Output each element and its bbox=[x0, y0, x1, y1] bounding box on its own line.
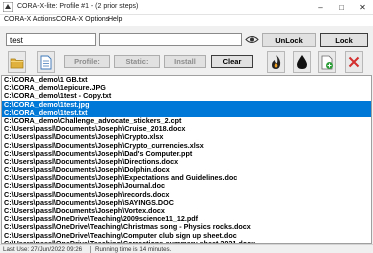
unlock-button[interactable]: UnLock bbox=[262, 33, 316, 47]
folder-icon bbox=[10, 58, 24, 68]
maximize-icon: □ bbox=[339, 3, 344, 12]
file-list-item[interactable]: C:\CORA_demo\1test - Copy.txt bbox=[2, 92, 371, 100]
eye-icon[interactable] bbox=[245, 34, 259, 45]
burn-button[interactable] bbox=[267, 51, 285, 73]
delete-x-icon bbox=[348, 56, 360, 68]
file-list-item[interactable]: C:\Users\passl\Documents\Joseph\Dolphin.… bbox=[2, 166, 371, 174]
file-list-item[interactable]: C:\Users\passl\Documents\Joseph\Crypto_c… bbox=[2, 142, 371, 150]
file-list-item[interactable]: C:\Users\passl\OneDrive\Teaching\2009sci… bbox=[2, 215, 371, 223]
close-button[interactable]: ✕ bbox=[352, 0, 373, 15]
static-button[interactable]: Static: bbox=[114, 55, 160, 68]
file-list-item[interactable]: C:\Users\passl\Documents\Joseph\Expectat… bbox=[2, 174, 371, 182]
file-list-item[interactable]: C:\Users\passl\Documents\Joseph\records.… bbox=[2, 191, 371, 199]
file-list-item[interactable]: C:\Users\passl\Documents\Joseph\Directio… bbox=[2, 158, 371, 166]
search-input[interactable]: test bbox=[6, 33, 96, 46]
menu-help[interactable]: Help bbox=[108, 16, 122, 23]
title-bar: CORA-X-lite: Profile #1 - (2 prior steps… bbox=[0, 0, 373, 15]
profile-button[interactable]: Profile: bbox=[64, 55, 110, 68]
file-list-item[interactable]: C:\Users\passl\Documents\Joseph\Vortex.d… bbox=[2, 207, 371, 215]
last-use-text: Last Use: 27/Jun/2022 09:26 bbox=[3, 246, 83, 253]
add-document-icon bbox=[321, 55, 333, 69]
lock-button[interactable]: Lock bbox=[320, 33, 368, 47]
menu-bar: CORA-X Actions CORA-X Options Help bbox=[0, 15, 373, 26]
file-list-item[interactable]: C:\Users\passl\Documents\Joseph\Journal.… bbox=[2, 182, 371, 190]
open-file-button[interactable] bbox=[37, 51, 55, 73]
minimize-button[interactable]: – bbox=[310, 0, 331, 15]
file-list-item[interactable]: C:\CORA_demo\1test.txt bbox=[2, 108, 371, 117]
install-button[interactable]: Install bbox=[164, 55, 206, 68]
add-file-button[interactable] bbox=[318, 51, 336, 73]
file-list-item[interactable]: C:\CORA_demo\Challenge_advocate_stickers… bbox=[2, 117, 371, 125]
file-list-item[interactable]: C:\Users\passl\Documents\Joseph\SAYINGS.… bbox=[2, 199, 371, 207]
secondary-input[interactable] bbox=[99, 33, 242, 46]
menu-cora-x-actions[interactable]: CORA-X Actions bbox=[4, 16, 56, 23]
wipe-button[interactable] bbox=[293, 51, 311, 73]
file-list-item[interactable]: C:\Users\passl\Documents\Joseph\Cruise_2… bbox=[2, 125, 371, 133]
minimize-icon: – bbox=[318, 3, 323, 12]
clear-button[interactable]: Clear bbox=[211, 55, 253, 68]
file-list-item[interactable]: C:\Users\passl\Documents\Joseph\Dad's Co… bbox=[2, 150, 371, 158]
status-divider bbox=[90, 246, 91, 253]
file-list-item[interactable]: C:\CORA_demo\1test.jpg bbox=[2, 100, 371, 109]
window-title: CORA-X-lite: Profile #1 - (2 prior steps… bbox=[17, 3, 139, 10]
remove-button[interactable] bbox=[345, 51, 363, 73]
file-list-item[interactable]: C:\Users\passl\OneDrive\Teaching\Compute… bbox=[2, 232, 371, 240]
open-folder-button[interactable] bbox=[8, 51, 26, 73]
file-list-item[interactable]: C:\Users\passl\Documents\Joseph\Crypto.x… bbox=[2, 133, 371, 141]
flame-icon bbox=[272, 55, 281, 69]
menu-cora-x-options[interactable]: CORA-X Options bbox=[56, 16, 109, 23]
drop-icon bbox=[297, 55, 307, 69]
running-time-text: Running time is 14 minutes. bbox=[95, 246, 172, 253]
document-icon bbox=[40, 55, 52, 69]
file-list-item[interactable]: C:\Users\passl\OneDrive\Teaching\Christm… bbox=[2, 223, 371, 231]
app-logo-icon bbox=[3, 2, 13, 12]
status-bar: Last Use: 27/Jun/2022 09:26 Running time… bbox=[0, 244, 373, 253]
file-list-item[interactable]: C:\CORA_demo\1epicure.JPG bbox=[2, 84, 371, 92]
file-list-item[interactable]: C:\CORA_demo\1 GB.txt bbox=[2, 76, 371, 84]
file-list[interactable]: C:\CORA_demo\1 GB.txt C:\CORA_demo\1epicu… bbox=[1, 75, 372, 244]
maximize-button[interactable]: □ bbox=[331, 0, 352, 15]
close-icon: ✕ bbox=[359, 3, 366, 12]
